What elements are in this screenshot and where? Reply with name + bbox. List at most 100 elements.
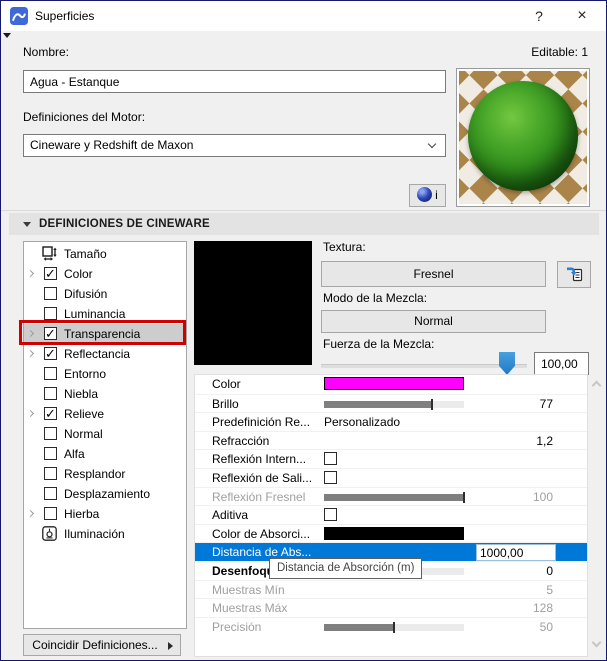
tree-row-relieve[interactable]: Relieve — [24, 404, 186, 424]
slider-notch[interactable] — [430, 398, 433, 410]
property-label: Aditiva — [212, 508, 249, 523]
channel-checkbox[interactable] — [44, 507, 57, 520]
match-settings-button[interactable]: Coincidir Definiciones... — [23, 634, 181, 656]
engine-select-value: Cineware y Redshift de Maxon — [30, 138, 194, 152]
surfaces-dialog: Superficies ? × Nombre: Editable: 1 Defi… — [0, 0, 607, 661]
property-checkbox[interactable] — [324, 470, 337, 484]
channel-tree: Tamaño Color Difusión Luminancia Transparenc… — [23, 241, 187, 629]
slider-track[interactable] — [324, 398, 464, 410]
property-label: Predefinición Re... — [212, 415, 311, 430]
blend-mode-button[interactable]: Normal — [321, 310, 546, 333]
close-button[interactable]: × — [567, 1, 597, 31]
channel-label: Color — [64, 267, 93, 281]
cinema4d-info-button[interactable]: i — [409, 184, 446, 207]
tree-row-normal[interactable]: Normal — [24, 424, 186, 444]
channel-label: Difusión — [64, 287, 108, 301]
property-checkbox[interactable] — [324, 452, 337, 466]
tree-row-alfa[interactable]: Alfa — [24, 444, 186, 464]
tree-row-color[interactable]: Color — [24, 264, 186, 284]
tree-row-reflectancia[interactable]: Reflectancia — [24, 344, 186, 364]
property-label: Muestras Máx — [212, 601, 288, 616]
slider-notch[interactable] — [393, 621, 395, 633]
channel-checkbox[interactable] — [44, 467, 57, 480]
channel-checkbox[interactable] — [44, 387, 57, 400]
channel-checkbox[interactable] — [44, 427, 57, 440]
property-row-predefinición-re[interactable]: Predefinición Re... Personalizado — [195, 412, 587, 431]
color-swatch[interactable] — [324, 526, 464, 540]
help-button[interactable]: ? — [524, 1, 554, 31]
property-row-muestras-máx[interactable]: Muestras Máx 128 — [195, 598, 587, 617]
property-value: 0 — [546, 563, 553, 578]
property-label: Reflexión Fresnel — [212, 489, 306, 504]
property-value: 5 — [546, 582, 553, 597]
channel-checkbox[interactable] — [44, 264, 57, 284]
channel-checkbox[interactable] — [44, 287, 57, 300]
tree-row-iluminación[interactable]: Iluminación — [24, 524, 186, 544]
property-row-aditiva[interactable]: Aditiva — [195, 505, 587, 524]
tree-row-desplazamiento[interactable]: Desplazamiento — [24, 484, 186, 504]
channel-label: Iluminación — [64, 527, 125, 541]
expander-chevron-icon[interactable] — [26, 409, 35, 418]
expander-chevron-icon[interactable] — [26, 349, 35, 358]
property-row-reflexión-de-sali[interactable]: Reflexión de Sali... — [195, 467, 587, 487]
property-row-color[interactable]: Color — [195, 375, 587, 394]
texture-button[interactable]: Fresnel — [321, 261, 546, 287]
texture-pipeline-button[interactable] — [557, 261, 591, 288]
tree-row-hierba[interactable]: Hierba — [24, 504, 186, 524]
tree-row-tamaño[interactable]: Tamaño — [24, 244, 186, 264]
color-swatch[interactable] — [324, 377, 464, 390]
absorption-distance-input[interactable] — [476, 544, 556, 562]
editable-status: Editable: 1 — [531, 45, 588, 59]
slider-notch[interactable] — [463, 491, 465, 503]
match-settings-label: Coincidir Definiciones... — [32, 638, 158, 652]
channel-checkbox[interactable] — [44, 324, 57, 344]
lamp-icon — [42, 526, 58, 542]
channel-checkbox[interactable] — [44, 487, 57, 500]
engine-select[interactable]: Cineware y Redshift de Maxon — [23, 134, 446, 157]
tree-row-entorno[interactable]: Entorno — [24, 364, 186, 384]
property-label: Muestras Mín — [212, 582, 285, 597]
blend-mode-label: Modo de la Mezcla: — [323, 291, 428, 305]
section-collapse-icon[interactable] — [23, 222, 31, 227]
blend-strength-slider[interactable] — [321, 364, 527, 368]
chevron-down-icon — [427, 139, 437, 149]
channel-checkbox[interactable] — [44, 447, 57, 460]
channel-label: Alfa — [64, 447, 85, 461]
channel-checkbox[interactable] — [44, 344, 57, 364]
property-row-precisión[interactable]: Precisión 50 — [195, 616, 587, 636]
tree-row-niebla[interactable]: Niebla — [24, 384, 186, 404]
property-checkbox[interactable] — [324, 508, 337, 522]
property-value-text: Personalizado — [324, 415, 401, 430]
expander-chevron-icon[interactable] — [26, 509, 35, 518]
property-value: 100 — [532, 489, 553, 504]
channel-checkbox[interactable] — [44, 367, 57, 380]
splitter-grip-icon[interactable] — [3, 33, 11, 38]
material-sphere — [468, 81, 578, 191]
c4d-sphere-icon — [417, 187, 433, 202]
channel-label: Tamaño — [64, 247, 107, 261]
property-row-reflexión-fresnel[interactable]: Reflexión Fresnel 100 — [195, 486, 587, 506]
slider-handle[interactable] — [499, 352, 515, 375]
tree-row-difusión[interactable]: Difusión — [24, 284, 186, 304]
channel-label: Luminancia — [64, 307, 126, 321]
channel-checkbox[interactable] — [44, 404, 57, 424]
property-row-color-de-absorci[interactable]: Color de Absorci... — [195, 523, 587, 543]
channel-checkbox[interactable] — [44, 307, 57, 320]
tree-row-luminancia[interactable]: Luminancia — [24, 304, 186, 324]
tree-row-transparencia[interactable]: Transparencia — [24, 324, 186, 344]
expander-chevron-icon[interactable] — [26, 329, 35, 338]
property-row-reflexión-intern[interactable]: Reflexión Intern... — [195, 449, 587, 468]
property-row-muestras-mín[interactable]: Muestras Mín 5 — [195, 579, 587, 599]
slider-track[interactable] — [324, 491, 465, 503]
scroll-up-icon[interactable] — [591, 380, 602, 391]
tree-row-resplandor[interactable]: Resplandor — [24, 464, 186, 484]
property-row-refracción[interactable]: Refracción 1,2 — [195, 430, 587, 450]
scroll-down-icon[interactable] — [591, 637, 602, 648]
name-input[interactable] — [23, 70, 446, 93]
cineware-section-header[interactable]: DEFINICIONES DE CINEWARE — [9, 213, 599, 235]
slider-track[interactable] — [324, 621, 464, 633]
property-row-brillo[interactable]: Brillo 77 — [195, 393, 587, 413]
blend-strength-input[interactable] — [534, 352, 589, 375]
channel-label: Hierba — [64, 507, 100, 521]
expander-chevron-icon[interactable] — [26, 269, 35, 278]
